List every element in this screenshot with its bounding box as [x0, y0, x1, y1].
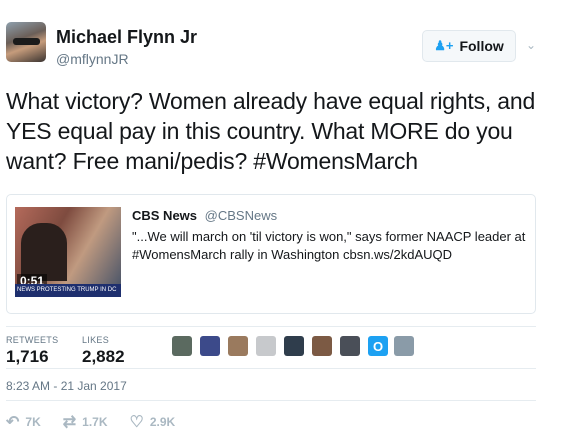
profile-avatar[interactable]	[6, 22, 46, 62]
retweets-label: RETWEETS	[6, 335, 59, 345]
card-source-name[interactable]: CBS News	[132, 208, 197, 223]
divider	[6, 326, 536, 327]
retweets-count[interactable]: 1,716	[6, 347, 49, 367]
card-source-handle[interactable]: @CBSNews	[205, 208, 277, 223]
liker-avatar[interactable]: O	[368, 336, 388, 356]
news-banner-text: NEWS PROTESTING TRUMP IN DC	[17, 287, 117, 293]
liker-avatar[interactable]	[284, 336, 304, 356]
liker-avatar[interactable]	[200, 336, 220, 356]
avatar-sunglasses	[13, 38, 40, 45]
heart-icon: ♡	[129, 414, 144, 431]
retweet-count: 1.7K	[82, 415, 108, 429]
add-user-icon: ♟+	[434, 38, 454, 53]
retweet-icon: ⇄	[62, 414, 77, 431]
tweet-text: What victory? Women already have equal r…	[6, 88, 536, 174]
thumbnail-person	[21, 223, 67, 281]
likes-label: LIKES	[82, 335, 110, 345]
likes-count[interactable]: 2,882	[82, 347, 125, 367]
reply-icon: ↶	[6, 414, 20, 431]
user-handle[interactable]: @mflynnJR	[56, 51, 129, 67]
link-card[interactable]: 0:51 NEWS PROTESTING TRUMP IN DC CBS New…	[6, 194, 536, 314]
reply-button[interactable]: ↶ 7K	[6, 412, 41, 432]
like-count: 2.9K	[149, 415, 176, 429]
divider	[6, 400, 536, 401]
follow-label: Follow	[459, 38, 504, 54]
display-name[interactable]: Michael Flynn Jr	[56, 27, 197, 48]
video-thumbnail[interactable]: 0:51 NEWS PROTESTING TRUMP IN DC	[15, 207, 121, 297]
card-body: "...We will march on 'til victory is won…	[132, 229, 526, 262]
liker-avatar[interactable]	[228, 336, 248, 356]
retweet-button[interactable]: ⇄ 1.7K	[63, 412, 108, 432]
tweet-actions: ↶ 7K ⇄ 1.7K ♡ 2.9K	[6, 412, 197, 432]
tweet-timestamp[interactable]: 8:23 AM - 21 Jan 2017	[6, 379, 127, 393]
liker-avatar[interactable]	[312, 336, 332, 356]
like-button[interactable]: ♡ 2.9K	[130, 412, 176, 432]
liker-avatar[interactable]	[340, 336, 360, 356]
liker-avatar[interactable]	[394, 336, 414, 356]
liker-avatar[interactable]	[256, 336, 276, 356]
reply-count: 7K	[25, 415, 41, 429]
chevron-down-icon[interactable]: ⌄	[526, 38, 536, 52]
divider	[6, 368, 536, 369]
card-title: CBS News @CBSNews	[132, 208, 277, 223]
follow-button[interactable]: ♟+ Follow	[422, 30, 516, 62]
liker-avatar[interactable]	[172, 336, 192, 356]
